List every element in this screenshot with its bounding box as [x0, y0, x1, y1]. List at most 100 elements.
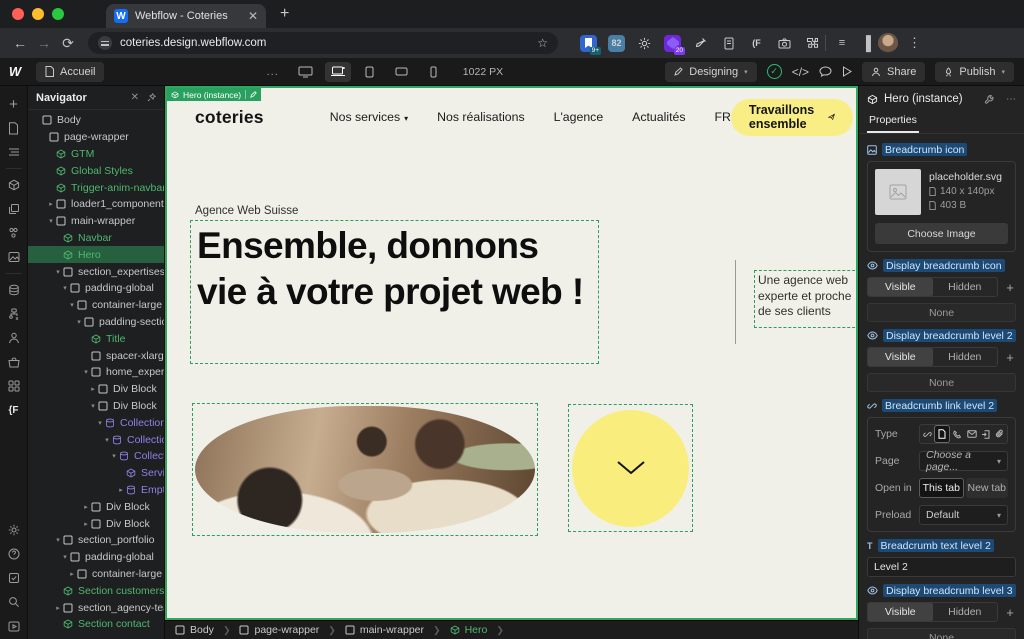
scroll-circle-selection-box[interactable]	[568, 404, 693, 532]
navigator-item-section-agency-team[interactable]: ▸section_agency-team	[28, 599, 164, 616]
bookmark-star-icon[interactable]: ☆	[537, 36, 548, 50]
breakpoint-phone-icon[interactable]	[421, 62, 447, 82]
mode-dropdown[interactable]: Designing ▾	[665, 62, 756, 82]
navigator-item-spacer-xlarge[interactable]: spacer-xlarge	[28, 347, 164, 364]
nav-link-nos-r-alisations[interactable]: Nos réalisations	[437, 110, 524, 124]
users-icon[interactable]	[3, 327, 25, 349]
close-window-button[interactable]	[12, 8, 24, 20]
navigator-item-section-contact[interactable]: Section contact	[28, 616, 164, 633]
photo-selection-box[interactable]	[192, 403, 538, 536]
aside-selection-box[interactable]: Une agence web experte et proche de ses …	[754, 270, 858, 328]
breadcrumb-text-input[interactable]: Level 2	[867, 557, 1016, 577]
navigator-item-main-wrapper[interactable]: ▾main-wrapper	[28, 213, 164, 230]
expander-open-icon[interactable]: ▾	[75, 318, 83, 326]
expander-open-icon[interactable]: ▾	[110, 452, 118, 460]
link-type-attachment-icon[interactable]	[993, 425, 1007, 443]
apps-icon[interactable]	[3, 375, 25, 397]
ext-panel[interactable]	[720, 35, 737, 52]
add-icon[interactable]: +	[3, 93, 25, 115]
visible-option[interactable]: Visible	[868, 603, 933, 621]
condition-none-button[interactable]: None	[867, 628, 1016, 639]
link-type-phone-icon[interactable]	[950, 425, 964, 443]
share-button[interactable]: Share	[862, 62, 925, 82]
ext-camera[interactable]	[776, 35, 793, 52]
expander-open-icon[interactable]: ▾	[82, 368, 90, 376]
heading-selection-box[interactable]: Ensemble, donnons vie à votre projet web…	[190, 220, 599, 364]
page-select[interactable]: Choose a page... ▾	[919, 451, 1008, 471]
navigator-close-icon[interactable]: ✕	[131, 92, 139, 103]
expander-closed-icon[interactable]: ▸	[82, 503, 90, 511]
webflow-logo-icon[interactable]: W	[0, 64, 30, 79]
ext-puzzle[interactable]	[804, 35, 821, 52]
expander-closed-icon[interactable]: ▸	[54, 604, 62, 612]
breadcrumb-page-wrapper[interactable]: page-wrapper	[239, 624, 319, 636]
nav-link-actualit-s[interactable]: Actualités	[632, 110, 685, 124]
navigator-item-collection-list[interactable]: ▾Collection List	[28, 414, 164, 431]
navigator-item-loader1-component[interactable]: ▸loader1_component	[28, 196, 164, 213]
expander-closed-icon[interactable]: ▸	[82, 520, 90, 528]
scroll-down-circle[interactable]	[572, 410, 689, 527]
ext-gear[interactable]	[636, 35, 653, 52]
expander-open-icon[interactable]: ▾	[103, 436, 111, 444]
navigator-item-collection-lis[interactable]: ▾Collection Lis	[28, 431, 164, 448]
panel-more-icon[interactable]: ⋯	[1006, 94, 1016, 105]
link-type-email-icon[interactable]	[965, 425, 979, 443]
visible-option[interactable]: Visible	[868, 278, 933, 296]
publish-button[interactable]: Publish ▾	[935, 62, 1014, 82]
navigator-item-container-large[interactable]: ▸container-large	[28, 566, 164, 583]
breakpoint-laptop-icon[interactable]	[325, 62, 351, 82]
new-tab-button[interactable]: +	[280, 5, 289, 23]
navigator-item-service[interactable]: Service	[28, 465, 164, 482]
hidden-option[interactable]: Hidden	[933, 348, 998, 366]
preload-select[interactable]: Default ▾	[919, 505, 1008, 525]
navigator-item-padding-section-med[interactable]: ▾padding-section-med	[28, 314, 164, 331]
navigator-item-navbar[interactable]: Navbar	[28, 230, 164, 247]
navigator-item-div-block[interactable]: ▸Div Block	[28, 381, 164, 398]
new-tab-option[interactable]: New tab	[966, 478, 1009, 498]
condition-none-button[interactable]: None	[867, 303, 1016, 322]
navigator-item-container-large[interactable]: ▾container-large	[28, 297, 164, 314]
expander-open-icon[interactable]: ▾	[61, 284, 69, 292]
browser-menu-icon[interactable]: ⋮	[908, 35, 921, 51]
navigator-pin-icon[interactable]	[147, 93, 156, 102]
browser-tab[interactable]: W Webflow - Coteries ✕	[106, 4, 266, 28]
audit-icon[interactable]	[3, 567, 25, 589]
navigator-item-hero[interactable]: Hero	[28, 246, 164, 263]
link-type-page-icon[interactable]	[934, 425, 950, 443]
reading-list-icon[interactable]: ≡	[830, 37, 854, 49]
breakpoint-desktop-icon[interactable]	[293, 62, 319, 82]
navigator-item-section-customers[interactable]: Section customers	[28, 582, 164, 599]
add-condition-icon[interactable]: +	[1004, 605, 1016, 620]
navigator-item-section-expertises[interactable]: ▾section_expertises	[28, 263, 164, 280]
navigator-item-div-block[interactable]: ▸Div Block	[28, 515, 164, 532]
comments-icon[interactable]	[819, 66, 832, 77]
navigator-item-padding-global[interactable]: ▾padding-global	[28, 549, 164, 566]
help-icon[interactable]	[3, 543, 25, 565]
navigator-item-trigger-anim-navbar[interactable]: Trigger-anim-navbar	[28, 179, 164, 196]
expander-open-icon[interactable]: ▾	[54, 268, 62, 276]
navigator-item-empty-state[interactable]: ▸Empty State	[28, 482, 164, 499]
expander-closed-icon[interactable]: ▸	[47, 200, 55, 208]
ext-counter[interactable]: 82	[608, 35, 625, 52]
finsweet-icon[interactable]: {F	[3, 399, 25, 421]
tab-properties[interactable]: Properties	[867, 112, 919, 133]
navigator-item-body[interactable]: Body	[28, 112, 164, 129]
search-icon[interactable]	[3, 591, 25, 613]
expander-open-icon[interactable]: ▾	[68, 301, 76, 309]
navigator-item-home-expertises-g[interactable]: ▾home_expertises-g	[28, 364, 164, 381]
tab-close-icon[interactable]: ✕	[248, 9, 258, 23]
site-info-icon[interactable]	[98, 36, 112, 50]
link-type-section-icon[interactable]	[979, 425, 993, 443]
ext-eyedropper[interactable]	[692, 35, 709, 52]
profile-avatar[interactable]	[878, 33, 898, 53]
code-export-icon[interactable]: </>	[792, 65, 809, 79]
address-bar[interactable]: coteries.design.webflow.com ☆	[88, 32, 558, 54]
page-selector-button[interactable]: Accueil	[36, 62, 104, 82]
cms-icon[interactable]	[3, 279, 25, 301]
nav-link-nos-services[interactable]: Nos services▾	[330, 110, 408, 124]
add-condition-icon[interactable]: +	[1004, 350, 1016, 365]
navigator-item-global-styles[interactable]: Global Styles	[28, 162, 164, 179]
this-tab-option[interactable]: This tab	[919, 478, 964, 498]
site-logo[interactable]: coteries	[195, 107, 264, 128]
breakpoint-tablet-icon[interactable]	[357, 62, 383, 82]
